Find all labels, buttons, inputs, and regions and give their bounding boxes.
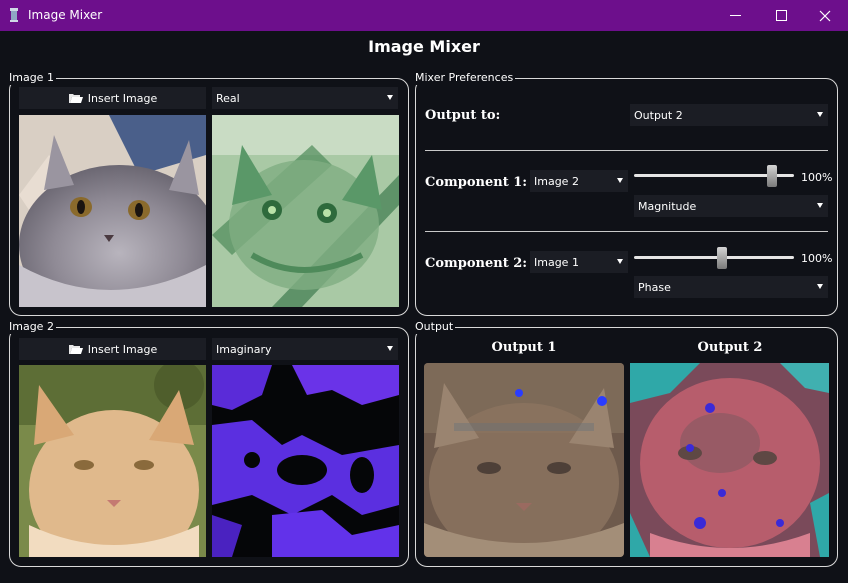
image2-insert-button[interactable]: Insert Image bbox=[19, 338, 206, 360]
component1-image-value: Image 2 bbox=[534, 174, 579, 188]
image1-original[interactable] bbox=[19, 115, 206, 307]
component1-percent: 100% bbox=[801, 171, 833, 184]
window-title: Image Mixer bbox=[28, 8, 103, 22]
image2-group-title: Image 2 bbox=[9, 320, 56, 334]
output-to-select[interactable]: Output 2 bbox=[630, 104, 828, 126]
component2-mode-select[interactable]: Phase bbox=[634, 276, 828, 298]
maximize-button[interactable] bbox=[758, 0, 804, 31]
component2-image-select[interactable]: Image 1 bbox=[530, 251, 628, 273]
output-group-title: Output bbox=[415, 320, 456, 334]
image2-original[interactable] bbox=[19, 365, 206, 557]
output-to-label: Output to: bbox=[425, 108, 501, 123]
mixer-group-title: Mixer Preferences bbox=[415, 71, 516, 85]
chevron-down-icon bbox=[617, 178, 623, 183]
component2-label: Component 2: bbox=[425, 256, 528, 271]
folder-open-icon bbox=[68, 94, 83, 103]
output-to-value: Output 2 bbox=[634, 108, 683, 122]
output1-view[interactable] bbox=[424, 363, 624, 557]
minimize-button[interactable] bbox=[712, 0, 758, 31]
chevron-down-icon bbox=[387, 346, 393, 351]
image2-component-select[interactable]: Imaginary bbox=[212, 338, 398, 360]
chevron-down-icon bbox=[817, 284, 823, 289]
image1-component-view[interactable] bbox=[212, 115, 399, 307]
component1-image-select[interactable]: Image 2 bbox=[530, 170, 628, 192]
close-button[interactable] bbox=[802, 0, 848, 31]
component2-slider-handle[interactable] bbox=[717, 247, 727, 269]
cup-icon bbox=[10, 8, 18, 22]
component2-percent: 100% bbox=[801, 252, 833, 265]
divider bbox=[425, 231, 828, 232]
chevron-down-icon bbox=[617, 259, 623, 264]
divider bbox=[425, 150, 828, 151]
component1-mode-value: Magnitude bbox=[638, 199, 697, 213]
component1-mode-select[interactable]: Magnitude bbox=[634, 195, 828, 217]
page-title: Image Mixer bbox=[368, 37, 480, 56]
output1-label: Output 1 bbox=[491, 340, 557, 355]
component1-slider-handle[interactable] bbox=[767, 165, 777, 187]
component2-image-value: Image 1 bbox=[534, 255, 579, 269]
close-icon bbox=[819, 10, 831, 21]
image1-component-select[interactable]: Real bbox=[212, 87, 398, 109]
component2-mode-value: Phase bbox=[638, 280, 671, 294]
image2-component-value: Imaginary bbox=[216, 342, 272, 356]
minimize-icon bbox=[729, 15, 741, 16]
chevron-down-icon bbox=[387, 95, 393, 100]
component2-slider-track[interactable] bbox=[634, 256, 794, 259]
output2-label: Output 2 bbox=[697, 340, 763, 355]
image1-group-title: Image 1 bbox=[9, 71, 56, 85]
chevron-down-icon bbox=[817, 112, 823, 117]
output2-view[interactable] bbox=[630, 363, 829, 557]
image1-insert-label: Insert Image bbox=[87, 91, 158, 105]
image2-insert-label: Insert Image bbox=[87, 342, 158, 356]
image1-component-value: Real bbox=[216, 91, 240, 105]
title-bar: Image Mixer bbox=[0, 0, 848, 31]
image1-insert-button[interactable]: Insert Image bbox=[19, 87, 206, 109]
chevron-down-icon bbox=[817, 203, 823, 208]
folder-open-icon bbox=[68, 345, 83, 354]
maximize-icon bbox=[775, 10, 787, 21]
component1-label: Component 1: bbox=[425, 175, 528, 190]
image2-component-view[interactable] bbox=[212, 365, 399, 557]
